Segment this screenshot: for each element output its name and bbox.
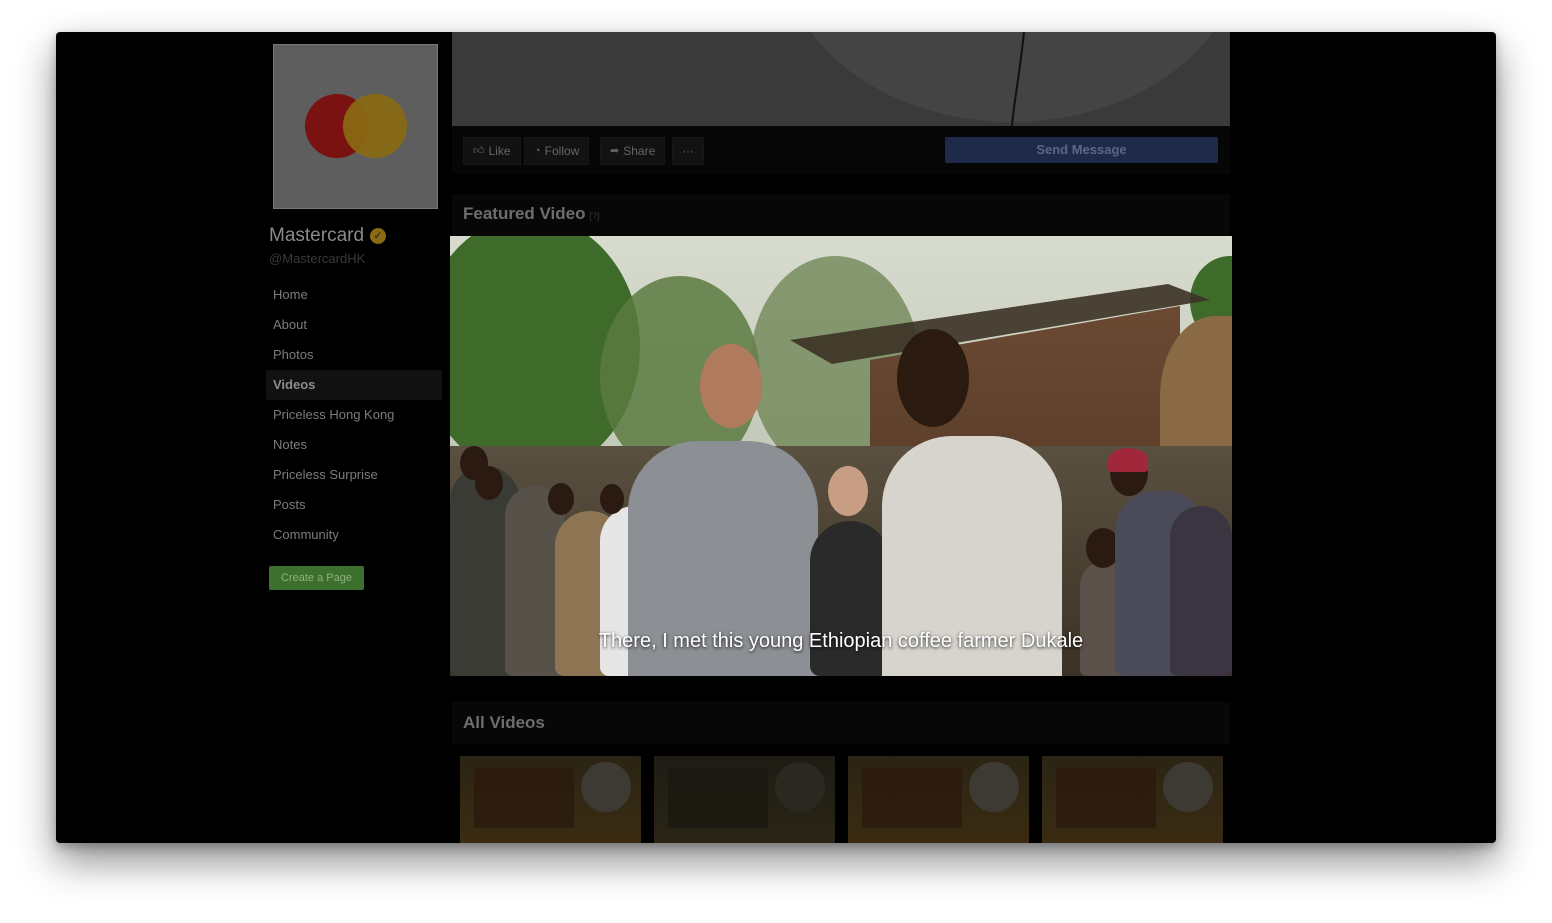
nav-item-home[interactable]: Home xyxy=(266,280,442,310)
video-woman-head xyxy=(828,466,868,516)
video-thumbnail[interactable] xyxy=(848,756,1029,843)
like-button[interactable]: 👍︎ Like xyxy=(463,137,521,165)
more-icon: ··· xyxy=(682,144,694,158)
video-subtitle: There, I met this young Ethiopian coffee… xyxy=(598,630,1084,652)
thumbnail-image-detail xyxy=(1163,762,1213,812)
all-videos-title: All Videos xyxy=(463,713,545,732)
page-name[interactable]: Mastercard ✓ xyxy=(269,225,387,247)
thumbnail-image-detail xyxy=(969,762,1019,812)
send-message-button[interactable]: Send Message xyxy=(945,137,1218,163)
mastercard-logo-yellow-circle xyxy=(343,94,407,158)
video-farmer-head xyxy=(897,329,969,427)
thumbnail-image xyxy=(862,768,962,828)
rss-follow-icon: ◔ xyxy=(534,145,541,157)
video-red-hat xyxy=(1108,448,1148,472)
thumbnail-image xyxy=(1056,768,1156,828)
profile-picture[interactable] xyxy=(273,44,438,209)
video-person-head xyxy=(600,484,624,514)
video-thumbnail-row xyxy=(460,756,1230,843)
thumbnail-image xyxy=(474,768,574,828)
all-videos-header: All Videos xyxy=(452,702,1230,744)
follow-button[interactable]: ◔ Follow xyxy=(524,137,590,165)
thumbnail-image-detail xyxy=(775,762,825,812)
nav-item-notes[interactable]: Notes xyxy=(266,430,442,460)
page-action-bar: 👍︎ Like ◔ Follow ➦ Share ··· Send Messag… xyxy=(452,126,1230,174)
verified-badge-icon: ✓ xyxy=(370,228,387,244)
thumbs-up-icon: 👍︎ xyxy=(473,145,485,157)
video-thumbnail[interactable] xyxy=(460,756,641,843)
share-button[interactable]: ➦ Share xyxy=(600,137,666,165)
share-label: Share xyxy=(623,144,656,158)
cover-photo[interactable] xyxy=(452,32,1230,126)
featured-video-header: Featured Video [?] xyxy=(452,194,1230,236)
cover-cable-graphic xyxy=(1011,32,1025,126)
create-page-button[interactable]: Create a Page xyxy=(269,566,364,590)
video-person-head xyxy=(475,466,503,500)
like-label: Like xyxy=(488,144,511,158)
featured-video-player[interactable]: There, I met this young Ethiopian coffee… xyxy=(450,236,1232,676)
thumbnail-image xyxy=(668,768,768,828)
video-thumbnail[interactable] xyxy=(654,756,835,843)
nav-item-community[interactable]: Community xyxy=(266,520,442,550)
page-name-label[interactable]: Mastercard xyxy=(269,225,364,247)
featured-help-link[interactable]: [?] xyxy=(590,211,600,221)
nav-item-priceless-surprise[interactable]: Priceless Surprise xyxy=(266,460,442,490)
share-arrow-icon: ➦ xyxy=(610,145,620,157)
nav-item-photos[interactable]: Photos xyxy=(266,340,442,370)
nav-item-about[interactable]: About xyxy=(266,310,442,340)
follow-label: Follow xyxy=(544,144,580,158)
video-thumbnail[interactable] xyxy=(1042,756,1223,843)
nav-item-videos[interactable]: Videos xyxy=(266,370,442,400)
nav-item-posts[interactable]: Posts xyxy=(266,490,442,520)
video-man-grey-shirt-head xyxy=(700,344,762,428)
page-nav: Home About Photos Videos Priceless Hong … xyxy=(266,280,442,550)
video-person-head xyxy=(548,483,574,515)
more-options-button[interactable]: ··· xyxy=(672,137,704,165)
featured-video-title: Featured Video [?] xyxy=(463,204,600,224)
featured-video-title-text: Featured Video xyxy=(463,204,586,223)
thumbnail-image-detail xyxy=(581,762,631,812)
page-handle[interactable]: @MastercardHK xyxy=(269,251,365,266)
app-window: Mastercard ✓ @MastercardHK Home About Ph… xyxy=(56,32,1496,843)
nav-item-priceless-hong-kong[interactable]: Priceless Hong Kong xyxy=(266,400,442,430)
